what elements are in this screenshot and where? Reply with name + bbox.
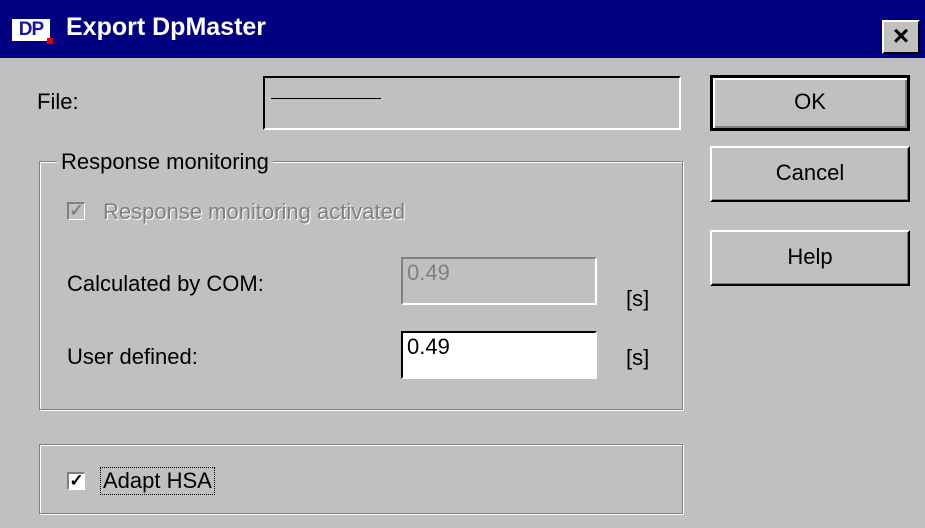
export-dialog: DP Export DpMaster × File: Response moni… [0, 0, 925, 528]
file-label: File: [37, 89, 79, 114]
response-monitoring-checkbox[interactable]: ✓ [67, 202, 85, 220]
checkmark-icon: ✓ [69, 201, 84, 220]
user-defined-label: User defined: [67, 344, 198, 369]
adapt-hsa-checkbox[interactable]: ✓ [67, 472, 85, 490]
close-icon: × [892, 20, 910, 51]
title-bar[interactable]: DP Export DpMaster × [0, 0, 925, 58]
app-icon-text: DP [18, 19, 44, 40]
dialog-title: Export DpMaster [66, 13, 267, 41]
checkmark-icon: ✓ [69, 471, 84, 490]
user-defined-unit: [s] [626, 345, 650, 370]
help-button[interactable]: Help [710, 230, 910, 286]
response-monitoring-activated-label: Response monitoring activated [103, 199, 406, 224]
close-button[interactable]: × [882, 20, 920, 54]
file-field-placeholder-line [271, 98, 381, 99]
ok-button[interactable]: OK [710, 75, 910, 131]
response-monitoring-legend: Response monitoring [57, 149, 273, 175]
calculated-by-com-label: Calculated by COM: [67, 271, 264, 296]
file-field [263, 76, 681, 130]
user-defined-field[interactable]: 0.49 [401, 331, 597, 379]
calculated-by-com-field: 0.49 [401, 257, 597, 305]
app-icon: DP [12, 19, 53, 44]
calculated-unit: [s] [626, 286, 650, 311]
cancel-button[interactable]: Cancel [710, 146, 910, 202]
app-icon-dot [47, 38, 53, 44]
adapt-hsa-label[interactable]: Adapt HSA [100, 467, 215, 495]
